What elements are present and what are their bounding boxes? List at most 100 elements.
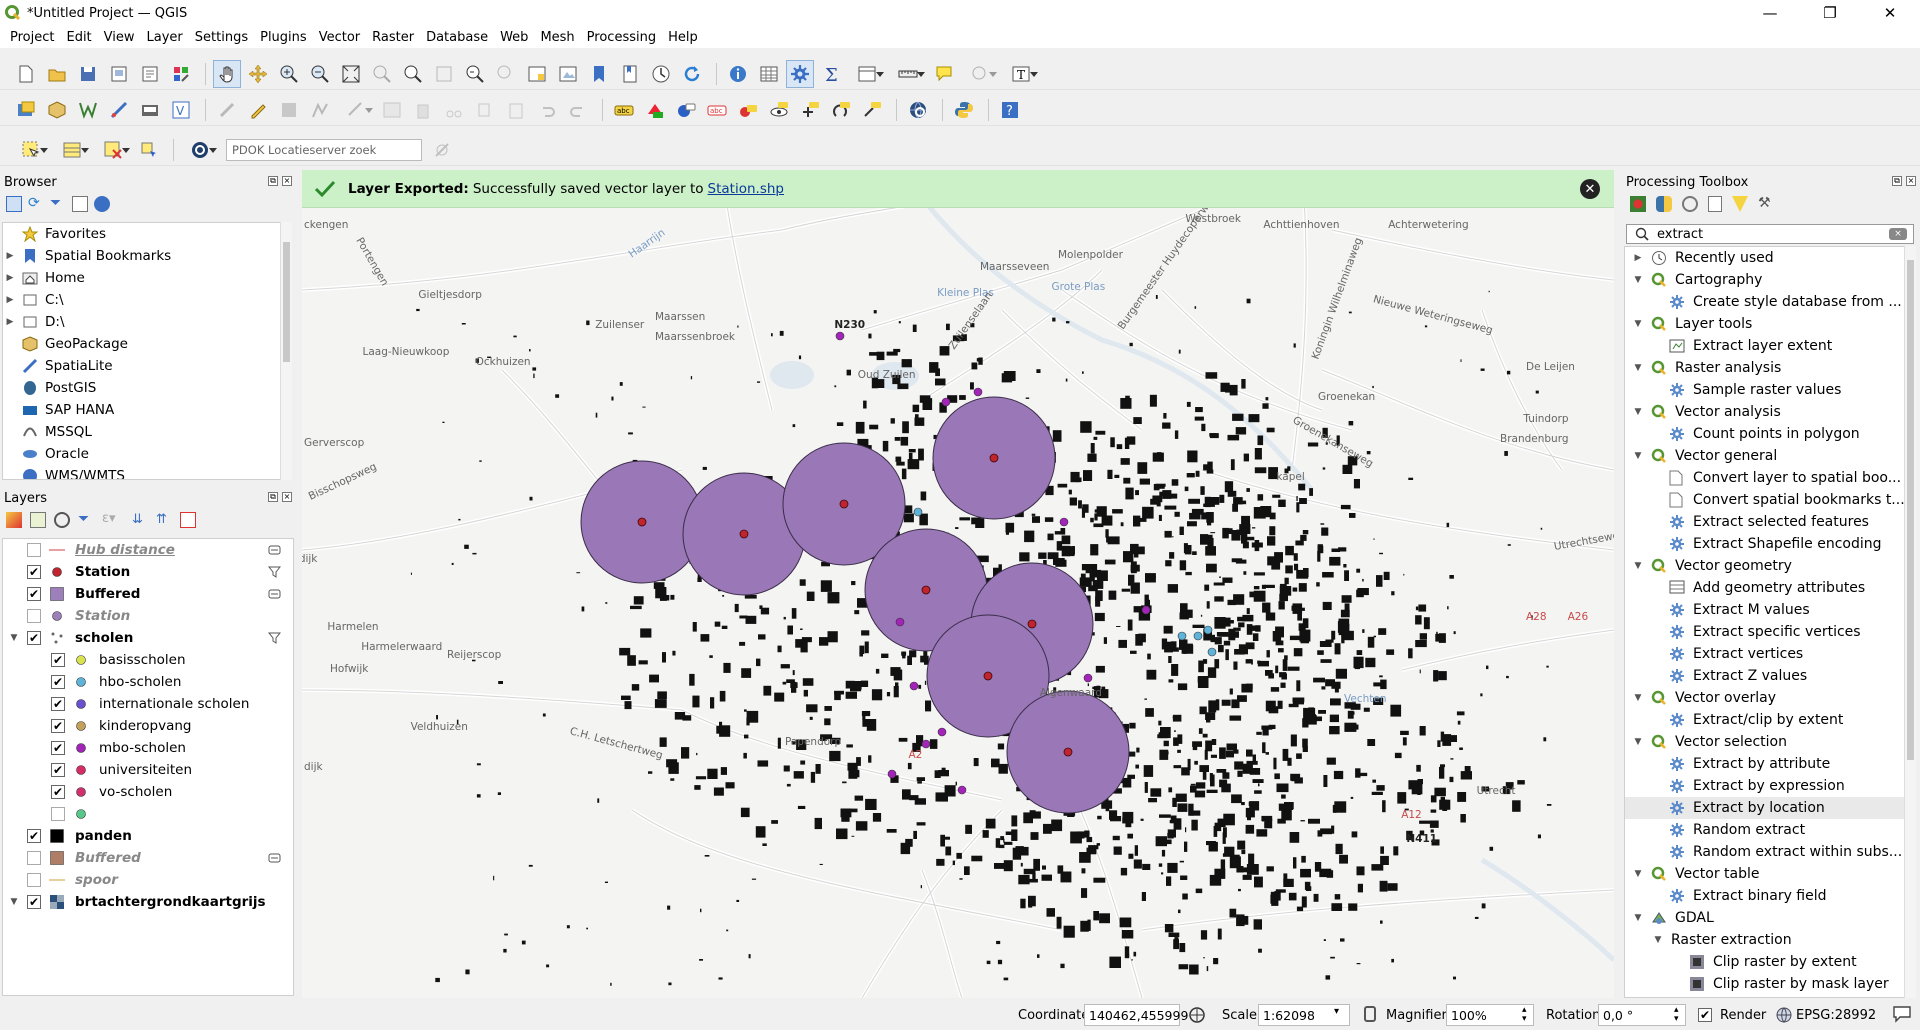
close-panel-icon[interactable]: ×: [282, 176, 292, 186]
menu-database[interactable]: Database: [420, 30, 494, 45]
help-icon[interactable]: ?: [996, 96, 1024, 124]
vertex-tool-icon[interactable]: [337, 96, 375, 124]
identify-features-icon[interactable]: [724, 60, 752, 88]
algorithm-group[interactable]: ▼ Vector overlay: [1625, 687, 1915, 709]
close-panel-icon[interactable]: ×: [1906, 176, 1916, 186]
add-group-icon[interactable]: [30, 512, 46, 528]
deselect-all-icon[interactable]: [94, 136, 132, 164]
new-spatialite-layer-icon[interactable]: [105, 96, 133, 124]
filter-indicator-icon[interactable]: [268, 566, 281, 578]
algorithm-item[interactable]: Extract Shapefile encoding: [1625, 533, 1915, 555]
layer-row[interactable]: Hub distance: [3, 539, 293, 561]
open-attribute-table-icon[interactable]: [755, 60, 783, 88]
style-panel-icon[interactable]: [6, 512, 22, 528]
layer-visibility-checkbox[interactable]: [27, 587, 41, 601]
magnifier-field[interactable]: 100%: [1446, 1004, 1534, 1026]
new-bookmark-icon[interactable]: [585, 60, 613, 88]
algorithm-group[interactable]: ▼ Layer tools: [1625, 313, 1915, 335]
crs-label[interactable]: EPSG:28992: [1796, 1008, 1876, 1023]
collapse-arrow-icon[interactable]: ▼: [1631, 693, 1645, 703]
toggle-extents-icon[interactable]: [1188, 1006, 1206, 1024]
collapse-arrow-icon[interactable]: ▼: [7, 897, 21, 907]
algorithm-item[interactable]: Extract M values: [1625, 599, 1915, 621]
options-icon[interactable]: ⚒: [1758, 196, 1774, 212]
locator-clear-icon[interactable]: [428, 136, 456, 164]
layer-row[interactable]: ▼ brtachtergrondkaartgrijs: [3, 891, 293, 913]
collapse-arrow-icon[interactable]: ▼: [1631, 451, 1645, 461]
layer-visibility-checkbox[interactable]: [51, 763, 65, 777]
refresh-icon[interactable]: [678, 60, 706, 88]
layer-row[interactable]: Station: [3, 561, 293, 583]
layer-visibility-checkbox[interactable]: [51, 807, 65, 821]
zoom-out-icon[interactable]: [306, 60, 334, 88]
layer-visibility-checkbox[interactable]: [51, 785, 65, 799]
message-link[interactable]: Station.shp: [708, 181, 784, 197]
layer-row[interactable]: mbo-scholen: [3, 737, 293, 759]
metasearch-icon[interactable]: [904, 96, 932, 124]
algorithm-item[interactable]: Extract binary field: [1625, 885, 1915, 907]
select-by-location-icon[interactable]: [961, 60, 999, 88]
new-3d-view-icon[interactable]: [554, 60, 582, 88]
locator-filter-icon[interactable]: [181, 136, 219, 164]
algorithm-item[interactable]: Extract by location: [1625, 797, 1915, 819]
collapse-arrow-icon[interactable]: ▼: [1631, 407, 1645, 417]
algorithm-group[interactable]: ▼ Vector table: [1625, 863, 1915, 885]
pan-to-selection-icon[interactable]: [244, 60, 272, 88]
algorithm-item[interactable]: Extract by expression: [1625, 775, 1915, 797]
algorithm-item[interactable]: Clip raster by mask layer: [1625, 973, 1915, 995]
layer-visibility-checkbox[interactable]: [51, 675, 65, 689]
data-source-manager-icon[interactable]: [12, 96, 40, 124]
enable-properties-icon[interactable]: [94, 196, 110, 212]
pan-map-icon[interactable]: [213, 59, 241, 88]
algorithm-item[interactable]: Random extract: [1625, 819, 1915, 841]
collapse-all-layers-icon[interactable]: ⇈: [156, 512, 172, 528]
select-by-value-icon[interactable]: [53, 136, 91, 164]
layer-row[interactable]: ▼ scholen: [3, 627, 293, 649]
lock-scale-icon[interactable]: [1364, 1006, 1376, 1022]
pdok-locator-search-input[interactable]: PDOK Locatieserver zoek: [226, 138, 422, 161]
layer-row[interactable]: panden: [3, 825, 293, 847]
menu-layer[interactable]: Layer: [141, 30, 189, 45]
scale-dropdown-icon[interactable]: ▾: [1334, 1006, 1339, 1017]
close-window-button[interactable]: ✕: [1860, 0, 1920, 26]
measure-line-icon[interactable]: [889, 60, 927, 88]
layer-row[interactable]: [3, 803, 293, 825]
algorithm-group[interactable]: ▼ Vector analysis: [1625, 401, 1915, 423]
layer-row[interactable]: vo-scholen: [3, 781, 293, 803]
scripts-icon[interactable]: [1656, 196, 1672, 212]
algorithm-subgroup[interactable]: ▼ Raster extraction: [1625, 929, 1915, 951]
map-canvas[interactable]: ckengen Portengen Haarrijn Westbroek Achttie…: [302, 170, 1614, 998]
temporal-controller-icon[interactable]: [647, 60, 675, 88]
rotation-spin-icon[interactable]: ▴ ▾: [1674, 1006, 1679, 1024]
algorithm-group[interactable]: ▼ GDAL: [1625, 907, 1915, 929]
layer-row[interactable]: hbo-scholen: [3, 671, 293, 693]
expand-arrow-icon[interactable]: ▶: [3, 295, 17, 305]
label-pin-icon[interactable]: [641, 96, 669, 124]
new-map-view-icon[interactable]: [523, 60, 551, 88]
algorithm-item[interactable]: Random extract within subs...: [1625, 841, 1915, 863]
algorithm-group[interactable]: ▼ Raster analysis: [1625, 357, 1915, 379]
filter-by-expression-icon[interactable]: ε▾: [102, 512, 124, 528]
layer-row[interactable]: universiteiten: [3, 759, 293, 781]
map-tips-icon[interactable]: [930, 60, 958, 88]
maximize-button[interactable]: ❐: [1800, 0, 1860, 26]
collapse-arrow-icon[interactable]: ▼: [7, 633, 21, 643]
open-project-icon[interactable]: [43, 60, 71, 88]
browser-item[interactable]: GeoPackage: [3, 333, 291, 355]
label-unpin-icon[interactable]: abc: [703, 96, 731, 124]
label-show-hide-icon[interactable]: [765, 96, 793, 124]
layer-visibility-checkbox[interactable]: [51, 719, 65, 733]
zoom-native-icon[interactable]: [430, 60, 458, 88]
style-manager-icon[interactable]: [167, 60, 195, 88]
browser-item[interactable]: SpatiaLite: [3, 355, 291, 377]
algorithm-group[interactable]: ▼ Vector selection: [1625, 731, 1915, 753]
label-rule-icon[interactable]: [672, 96, 700, 124]
browser-scrollbar[interactable]: [280, 222, 292, 480]
collapse-arrow-icon[interactable]: ▼: [1631, 869, 1645, 879]
label-tool-icon[interactable]: abc: [610, 96, 638, 124]
edit-features-in-place-icon[interactable]: [1732, 196, 1748, 212]
collapse-arrow-icon[interactable]: ▼: [1631, 319, 1645, 329]
statistical-summary-icon[interactable]: Σ: [817, 60, 845, 88]
float-panel-icon[interactable]: ⧉: [268, 492, 278, 502]
menu-view[interactable]: View: [98, 30, 141, 45]
